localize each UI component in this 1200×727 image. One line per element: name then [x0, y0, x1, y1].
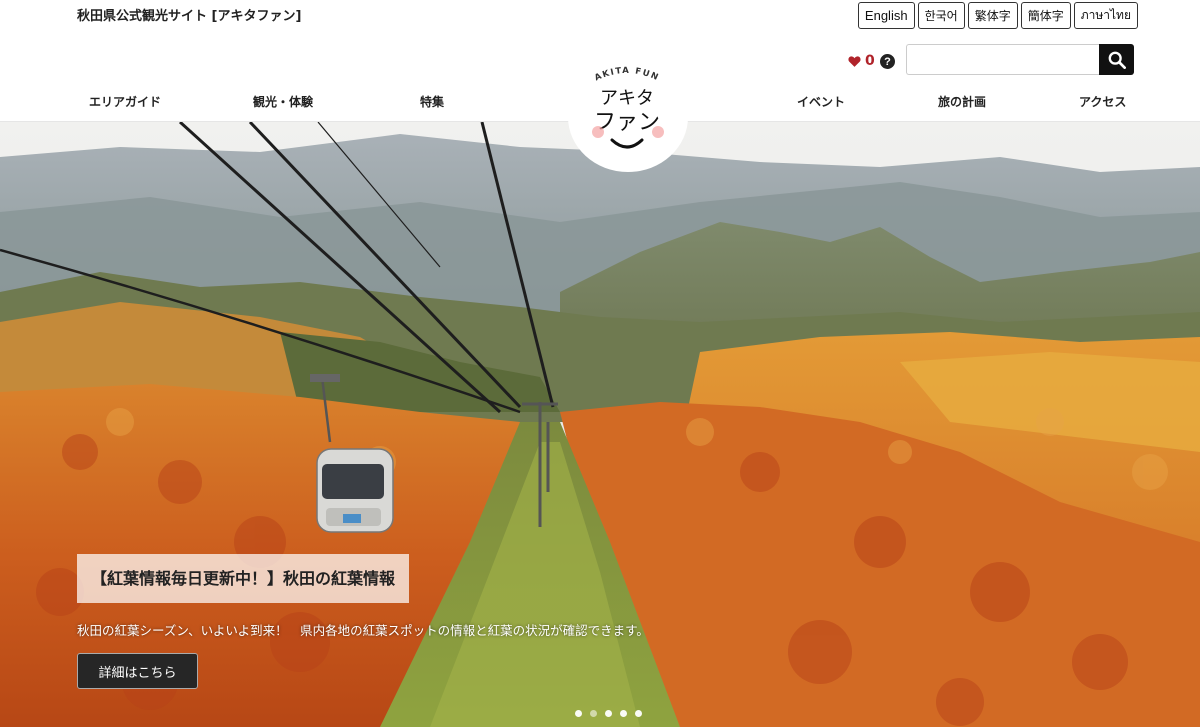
help-icon[interactable]: ? — [880, 54, 895, 69]
favorites-link[interactable]: 0 — [848, 53, 875, 69]
lang-thai-button[interactable]: ภาษาไทย — [1073, 2, 1138, 29]
logo-line1: アキタ — [600, 88, 654, 109]
slide-dot-1[interactable] — [575, 710, 582, 717]
favorites-count: 0 — [865, 53, 875, 69]
slide-dot-2[interactable] — [590, 710, 597, 717]
nav-access[interactable]: アクセス — [1079, 93, 1126, 110]
nav-trip-planning[interactable]: 旅の計画 — [938, 93, 986, 110]
lang-traditional-chinese-button[interactable]: 繁体字 — [967, 2, 1018, 29]
lang-korean-button[interactable]: 한국어 — [917, 2, 965, 29]
akita-fun-logo-icon: AKITA FUN アキタ ファン — [592, 66, 664, 149]
nav-area-guide[interactable]: エリアガイド — [89, 93, 161, 110]
slider-pagination — [575, 710, 642, 717]
slide-dot-5[interactable] — [635, 710, 642, 717]
search-input[interactable] — [906, 44, 1100, 75]
lang-english-button[interactable]: English — [857, 2, 915, 29]
nav-sightseeing[interactable]: 観光・体験 — [253, 93, 313, 110]
search-icon — [1108, 51, 1126, 69]
slide-dot-3[interactable] — [605, 710, 612, 717]
language-switcher: English 한국어 繁体字 簡体字 ภาษาไทย — [857, 2, 1138, 29]
site-title[interactable]: 秋田県公式観光サイト [アキタファン] — [77, 5, 301, 24]
nav-events[interactable]: イベント — [797, 93, 845, 110]
hero-caption-text: 秋田の紅葉シーズン、いよいよ到来！ 県内各地の紅葉スポットの情報と紅葉の状況が確… — [77, 623, 649, 638]
site-logo[interactable]: AKITA FUN アキタ ファン — [560, 62, 694, 172]
logo-arc-text: AKITA FUN — [593, 66, 659, 83]
nav-features[interactable]: 特集 — [420, 93, 444, 110]
svg-text:AKITA FUN: AKITA FUN — [593, 66, 661, 83]
search-button[interactable] — [1099, 44, 1134, 75]
lang-simplified-chinese-button[interactable]: 簡体字 — [1020, 2, 1071, 29]
slide-dot-4[interactable] — [620, 710, 627, 717]
heart-icon — [848, 55, 861, 67]
hero-caption-title[interactable]: 【紅葉情報毎日更新中！】秋田の紅葉情報 — [77, 554, 410, 603]
details-button[interactable]: 詳細はこちら — [77, 653, 198, 689]
